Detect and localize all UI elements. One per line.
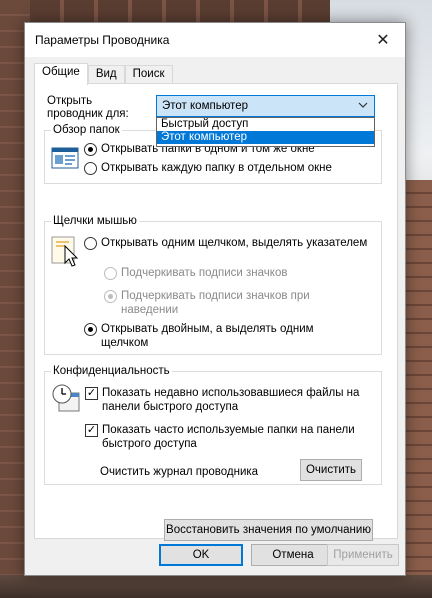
- open-explorer-dropdown-list: Быстрый доступ Этот компьютер: [156, 117, 375, 147]
- cancel-button[interactable]: Отмена: [251, 544, 335, 566]
- privacy-group: Конфиденциальность ✓ Показать недавно ис…: [44, 365, 382, 485]
- title-bar[interactable]: Параметры Проводника ✕: [25, 23, 405, 57]
- mouse-clicks-legend: Щелчки мышью: [51, 215, 139, 228]
- checkmark-icon[interactable]: ✓: [85, 387, 98, 400]
- folder-options-dialog: Параметры Проводника ✕ Общие Вид Поиск О…: [24, 22, 406, 576]
- radio-indicator[interactable]: [104, 290, 117, 303]
- radio-open-new-window-label: Открывать каждую папку в отдельном окне: [101, 162, 332, 174]
- street: [0, 575, 432, 598]
- checkbox-show-frequent-folders[interactable]: ✓ Показать часто используемые папки на п…: [85, 423, 377, 451]
- tab-general[interactable]: Общие: [34, 63, 88, 85]
- building-top: [30, 0, 330, 22]
- radio-double-click-label: Открывать двойным, а выделять одним щелч…: [101, 323, 314, 349]
- radio-indicator[interactable]: [84, 323, 97, 336]
- radio-indicator[interactable]: [84, 162, 97, 175]
- dropdown-option-this-pc[interactable]: Этот компьютер: [157, 131, 374, 144]
- privacy-legend: Конфиденциальность: [51, 365, 172, 378]
- checkmark-icon[interactable]: ✓: [85, 424, 98, 437]
- open-explorer-label-text: Открыть проводник для:: [47, 95, 129, 120]
- pointer-click-icon: [51, 236, 81, 271]
- restore-defaults-button[interactable]: Восстановить значения по умолчанию: [164, 519, 373, 541]
- radio-single-click[interactable]: Открывать одним щелчком, выделять указат…: [84, 236, 376, 250]
- radio-double-click[interactable]: Открывать двойным, а выделять одним щелч…: [84, 322, 334, 350]
- radio-indicator[interactable]: [84, 143, 97, 156]
- radio-indicator[interactable]: [84, 237, 97, 250]
- open-explorer-select[interactable]: Этот компьютер: [156, 95, 375, 117]
- radio-single-click-label: Открывать одним щелчком, выделять указат…: [101, 237, 368, 249]
- radio-underline-hover[interactable]: Подчеркивать подписи значков при наведен…: [104, 289, 324, 317]
- chevron-down-icon[interactable]: [358, 99, 368, 114]
- open-explorer-label: Открыть проводник для:: [47, 95, 147, 121]
- ok-button[interactable]: OK: [159, 544, 243, 566]
- mouse-clicks-group: Щелчки мышью Открывать одним щелчком, вы…: [44, 215, 382, 355]
- radio-open-new-window[interactable]: Открывать каждую папку в отдельном окне: [84, 161, 332, 175]
- apply-button[interactable]: Применить: [327, 544, 399, 566]
- checkbox-show-recent-files[interactable]: ✓ Показать недавно использовавшиеся файл…: [85, 386, 377, 414]
- tab-view[interactable]: Вид: [87, 65, 125, 84]
- radio-indicator[interactable]: [104, 267, 117, 280]
- window-title: Параметры Проводника: [35, 33, 170, 47]
- radio-underline-hover-label: Подчеркивать подписи значков при наведен…: [121, 290, 310, 316]
- window-browse-icon: [51, 147, 79, 172]
- tab-strip: Общие Вид Поиск: [34, 63, 173, 85]
- radio-underline-always[interactable]: Подчеркивать подписи значков: [104, 266, 287, 280]
- show-recent-files-label: Показать недавно использовавшиеся файлы …: [102, 387, 360, 413]
- radio-underline-always-label: Подчеркивать подписи значков: [121, 267, 288, 279]
- show-frequent-folders-label: Показать часто используемые папки на пан…: [102, 424, 355, 450]
- dropdown-option-quick-access[interactable]: Быстрый доступ: [157, 118, 374, 131]
- close-icon[interactable]: ✕: [361, 23, 405, 57]
- privacy-clock-icon: [51, 383, 81, 418]
- clear-history-label: Очистить журнал проводника: [100, 466, 259, 478]
- general-tab-panel: Открыть проводник для: Этот компьютер Бы…: [34, 83, 398, 541]
- folder-browse-legend: Обзор папок: [51, 124, 122, 137]
- open-explorer-selected-value: Этот компьютер: [162, 100, 248, 112]
- clear-history-button[interactable]: Очистить: [300, 459, 362, 481]
- tab-search[interactable]: Поиск: [124, 65, 173, 84]
- building-right: [404, 180, 432, 598]
